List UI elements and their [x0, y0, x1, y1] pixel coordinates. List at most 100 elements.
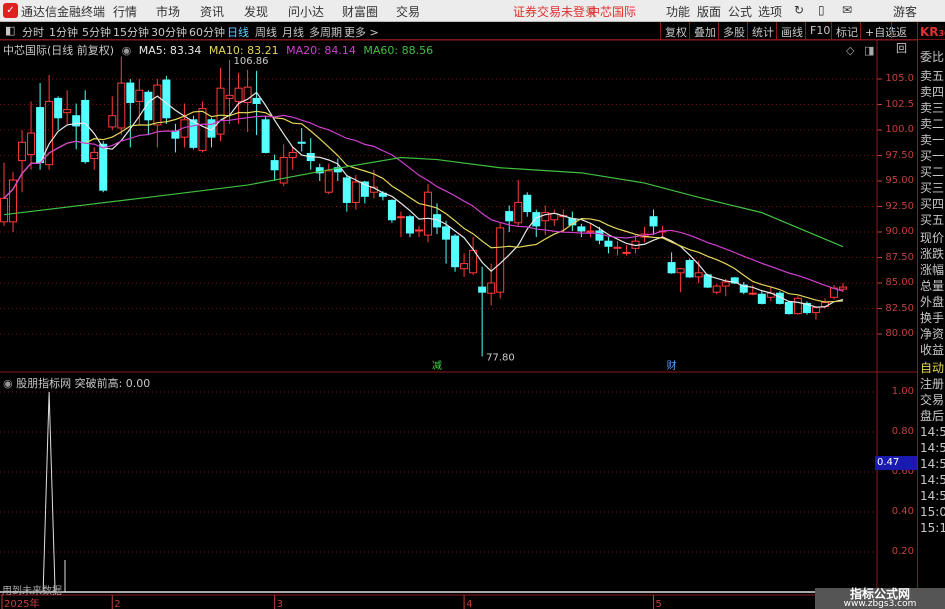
candle-up	[613, 246, 622, 249]
price-tick-label: 80.00	[885, 328, 914, 339]
candle-down	[171, 130, 180, 139]
quote-label: 总量	[920, 279, 945, 293]
kline-chart[interactable]: 106.86 77.80 减 财 2025年 2 3 4 5	[0, 0, 917, 609]
price-tick-label: 100.0	[885, 124, 914, 135]
candle-up	[18, 141, 27, 162]
candle-up	[27, 132, 36, 155]
quote-label[interactable]: 注册	[920, 375, 944, 392]
candle-down	[451, 235, 460, 268]
quote-label: 14:56	[920, 441, 945, 455]
quote-label: 买五	[920, 213, 945, 227]
candle-up	[487, 282, 496, 294]
event-marker: 财	[667, 359, 677, 372]
indicator-tick-label: 0.40	[891, 506, 914, 517]
candle-up	[396, 216, 405, 219]
quote-label: 买四	[920, 197, 945, 211]
quote-label: 卖三	[920, 101, 945, 115]
quote-label: 卖五	[920, 69, 945, 83]
candle-down	[270, 160, 279, 171]
candle-up	[216, 87, 225, 135]
quote-label: 涨跌	[920, 247, 945, 261]
quote-label: 15:00	[920, 505, 945, 519]
price-tick-label: 90.00	[885, 226, 914, 237]
candle-down	[189, 119, 198, 148]
candle-down	[667, 262, 676, 274]
x-axis-label: 3	[277, 599, 283, 609]
ma60-line	[3, 156, 844, 248]
quote-label: 收益	[920, 343, 945, 357]
candle-down	[261, 119, 270, 153]
quote-label: 买一	[920, 149, 945, 163]
candle-down	[405, 216, 414, 234]
quote-label: 卖二	[920, 117, 945, 131]
quote-label: 14:56	[920, 473, 945, 487]
candle-down	[757, 293, 766, 304]
candle-up	[0, 197, 8, 223]
candle-up	[324, 170, 333, 193]
indicator-spike	[42, 391, 56, 593]
price-tick-label: 82.50	[885, 302, 914, 314]
candle-up	[63, 109, 72, 114]
candle-up	[9, 179, 18, 223]
candle-down	[81, 99, 90, 163]
high-price-label: 106.86	[234, 56, 269, 67]
candle-down	[649, 216, 658, 227]
candle-down	[252, 97, 261, 104]
candle-up	[198, 108, 207, 151]
indicator-toggle-icon[interactable]: ◉	[3, 377, 13, 390]
price-tick-label: 92.50	[885, 200, 914, 212]
quote-label[interactable]: 盘后	[920, 407, 944, 424]
candle-up	[108, 115, 117, 128]
candle-up	[676, 268, 685, 274]
candle-down	[126, 82, 135, 103]
low-price-label: 77.80	[486, 352, 515, 363]
candle-down	[595, 230, 604, 241]
candle-up	[424, 191, 433, 236]
quote-label: 卖四	[920, 85, 945, 99]
quote-label: 14:56	[920, 457, 945, 471]
candle-down	[387, 199, 396, 221]
indicator-legend: ◉ 股朋指标网 突破前高: 0.00	[3, 375, 150, 391]
price-tick-label: 85.00	[885, 277, 914, 288]
candle-down	[577, 226, 586, 232]
candle-down	[99, 143, 108, 191]
candle-down	[36, 107, 45, 164]
quote-label[interactable]: 交易	[920, 391, 944, 408]
quote-label: 换手	[920, 311, 945, 325]
candle-down	[784, 301, 793, 315]
candle-down	[442, 226, 451, 240]
candle-up	[414, 229, 423, 232]
quote-label: 14:56	[920, 425, 945, 439]
candle-up	[793, 297, 802, 315]
event-marker: 减	[432, 360, 442, 372]
quote-label: 买三	[920, 181, 945, 195]
candle-down	[297, 141, 306, 144]
indicator-tick-label: 1.00	[891, 386, 914, 397]
quote-label[interactable]: 自动	[920, 359, 944, 376]
price-tick-label: 87.50	[885, 251, 914, 263]
candle-up	[117, 82, 126, 129]
candle-down	[207, 119, 216, 138]
candle-up	[225, 94, 234, 99]
x-axis-label: 4	[466, 599, 472, 609]
watermark: 指标公式网 www.zbgs3.com	[815, 588, 945, 609]
price-tick-label: 102.5	[885, 98, 914, 110]
candle-up	[622, 251, 631, 254]
candle-down	[604, 240, 613, 247]
candle-down	[532, 212, 541, 227]
quote-label: 净资	[920, 327, 945, 341]
price-tick-label: 105.0	[885, 73, 914, 84]
candle-up	[694, 272, 703, 278]
indicator-tick-label: 0.80	[891, 426, 914, 437]
candle-up	[839, 286, 847, 290]
candle-down	[685, 260, 694, 278]
quote-label: 委比	[920, 50, 945, 64]
quote-label: 15:11	[920, 521, 945, 535]
indicator-value: 突破前高: 0.00	[74, 377, 151, 390]
candle-down	[342, 177, 351, 203]
candle-up	[135, 89, 144, 102]
candle-up	[288, 151, 297, 159]
candle-down	[54, 97, 63, 119]
candle-down	[478, 286, 487, 293]
candle-down	[523, 194, 532, 213]
